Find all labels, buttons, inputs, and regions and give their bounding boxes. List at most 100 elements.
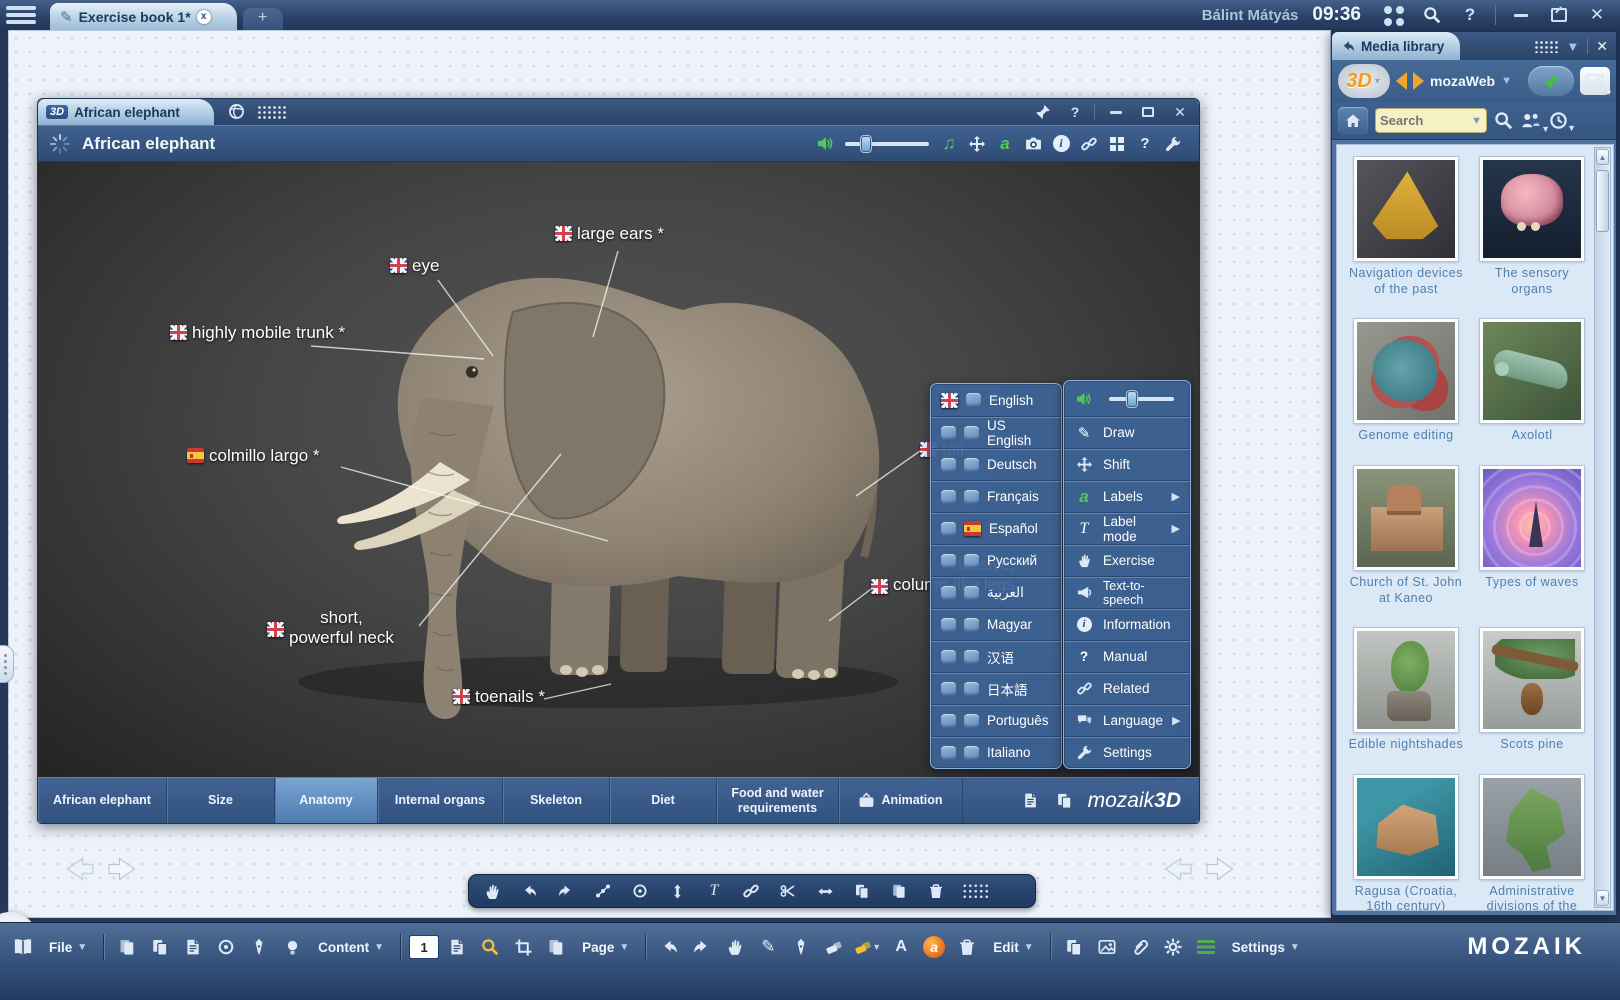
cut-icon[interactable] [773,878,803,904]
tab-size[interactable]: Size [167,778,275,823]
pencil-tool-icon[interactable]: ✎ [753,932,783,962]
media-item[interactable]: Scots pine [1473,628,1591,753]
menu-item-draw[interactable]: ✎Draw [1064,416,1190,448]
window-close-icon[interactable]: ✕ [1167,101,1193,123]
search-icon[interactable] [1494,111,1513,130]
page-number-input[interactable] [409,935,439,959]
source-dropdown-icon[interactable]: ▼ [1501,75,1512,87]
menu-item-exercise[interactable]: Exercise [1064,544,1190,576]
search-box[interactable]: ▼ [1375,108,1487,133]
screenshot-icon[interactable] [1019,131,1047,157]
language-checkbox[interactable] [964,458,979,472]
language-checkbox[interactable] [966,393,981,407]
user-name[interactable]: Bálint Mátyás [1202,7,1299,24]
distribute-icon[interactable] [810,878,840,904]
language-checkbox[interactable] [964,650,979,664]
scrollbar-thumb[interactable] [1596,170,1609,232]
menu-item-labels[interactable]: aLabels▶ [1064,480,1190,512]
language-checkbox[interactable] [941,682,956,696]
menu-item-related[interactable]: Related [1064,672,1190,704]
language-checkbox[interactable] [941,490,956,504]
menu-item-shift[interactable]: Shift [1064,448,1190,480]
media-thumbnail[interactable] [1354,319,1458,423]
drag-dots-icon[interactable] [1534,40,1558,53]
media-thumbnail[interactable] [1480,466,1584,570]
link-tool-icon[interactable] [736,878,766,904]
zoom-tool-icon[interactable] [475,932,505,962]
label-toenails[interactable]: toenails * [453,687,545,707]
menu-item-settings[interactable]: Settings [1064,736,1190,768]
language-checkbox[interactable] [964,426,979,440]
related-link-icon[interactable] [1075,131,1103,157]
language-checkbox[interactable] [964,714,979,728]
page-menu[interactable]: Page▼ [574,932,637,962]
record-tool-icon[interactable] [625,878,655,904]
language-item-japanese[interactable]: 日本語 [931,672,1061,704]
context-volume-slider[interactable] [1109,397,1174,401]
app-close-icon[interactable]: ✕ [1582,2,1612,28]
toolbar-drag-handle-icon[interactable] [962,883,988,899]
volume-slider-thumb[interactable] [861,136,871,152]
sound-icon[interactable] [1074,391,1094,407]
menu-item-manual[interactable]: ?Manual [1064,640,1190,672]
highlighter-tool-icon[interactable]: ▼ [852,932,883,962]
menu-item-language[interactable]: Language▶ [1064,704,1190,736]
tab-anatomy[interactable]: Anatomy [275,778,378,823]
information-icon[interactable]: i [1047,131,1075,157]
tab-skeleton[interactable]: Skeleton [503,778,610,823]
label-eye[interactable]: eye [390,256,439,276]
eraser-tool-icon[interactable] [819,932,849,962]
menu-item-label-mode[interactable]: TLabel mode▶ [1064,512,1190,544]
language-checkbox[interactable] [941,458,956,472]
language-checkbox[interactable] [941,426,956,440]
main-menu-icon[interactable] [6,4,36,26]
language-item-russian[interactable]: Русский [931,544,1061,576]
media-item[interactable]: Types of waves [1473,466,1591,606]
media-item[interactable]: Administrative divisions of the Ne... [1473,775,1591,911]
language-checkbox[interactable] [964,618,979,632]
sound-icon[interactable] [811,131,839,157]
media-item[interactable]: Edible nightshades [1347,628,1465,753]
media-thumbnail[interactable] [1354,775,1458,879]
language-checkbox[interactable] [941,746,956,760]
file-menu[interactable]: File▼ [41,932,95,962]
panel-close-icon[interactable]: ✕ [1596,38,1608,55]
media-item[interactable]: Axolotl [1473,319,1591,444]
media-thumbnail[interactable] [1354,157,1458,261]
app-restore-icon[interactable] [1544,2,1574,28]
tab-food-water[interactable]: Food and water requirements [717,778,839,823]
language-item-portugues[interactable]: Português [931,704,1061,736]
tools-icon[interactable] [211,932,241,962]
view-mode-button[interactable] [1580,67,1610,95]
scroll-down-icon[interactable]: ▼ [1596,890,1609,906]
pin-window-icon[interactable] [1030,101,1056,123]
context-volume-thumb[interactable] [1127,391,1137,407]
prev-page-arrow-icon[interactable] [1158,851,1194,887]
language-item-espanol[interactable]: Español [931,512,1061,544]
panel-dropdown-icon[interactable]: ▼ [1566,39,1579,54]
scroll-up-icon[interactable]: ▲ [1596,149,1609,165]
media-thumbnail[interactable] [1354,466,1458,570]
notes-icon[interactable] [1014,778,1048,823]
prev-source-icon[interactable] [1396,72,1407,90]
label-trunk[interactable]: highly mobile trunk * [170,323,345,343]
content-menu[interactable]: Content▼ [310,932,392,962]
language-item-deutsch[interactable]: Deutsch [931,448,1061,480]
next-page-arrow-icon[interactable] [106,851,142,887]
media-thumbnail[interactable] [1480,628,1584,732]
menu-item-information[interactable]: iInformation [1064,608,1190,640]
search-dropdown-icon[interactable]: ▼ [1471,115,1482,127]
media-thumbnail[interactable] [1480,319,1584,423]
label-large-ears[interactable]: large ears * [555,224,664,244]
music-icon[interactable]: ♫ [935,131,963,157]
media-thumbnail[interactable] [1480,157,1584,261]
idea-bulb-icon[interactable] [277,932,307,962]
copy-page-icon[interactable] [884,878,914,904]
language-item-francais[interactable]: Français [931,480,1061,512]
menu-item-text-to-speech[interactable]: Text-to-speech [1064,576,1190,608]
global-help-icon[interactable]: ? [1455,2,1485,28]
tab-close-icon[interactable]: x [197,10,211,24]
text-tool-icon[interactable]: A [886,932,916,962]
tab-diet[interactable]: Diet [610,778,717,823]
mozaik-a-icon[interactable]: a [919,932,949,962]
